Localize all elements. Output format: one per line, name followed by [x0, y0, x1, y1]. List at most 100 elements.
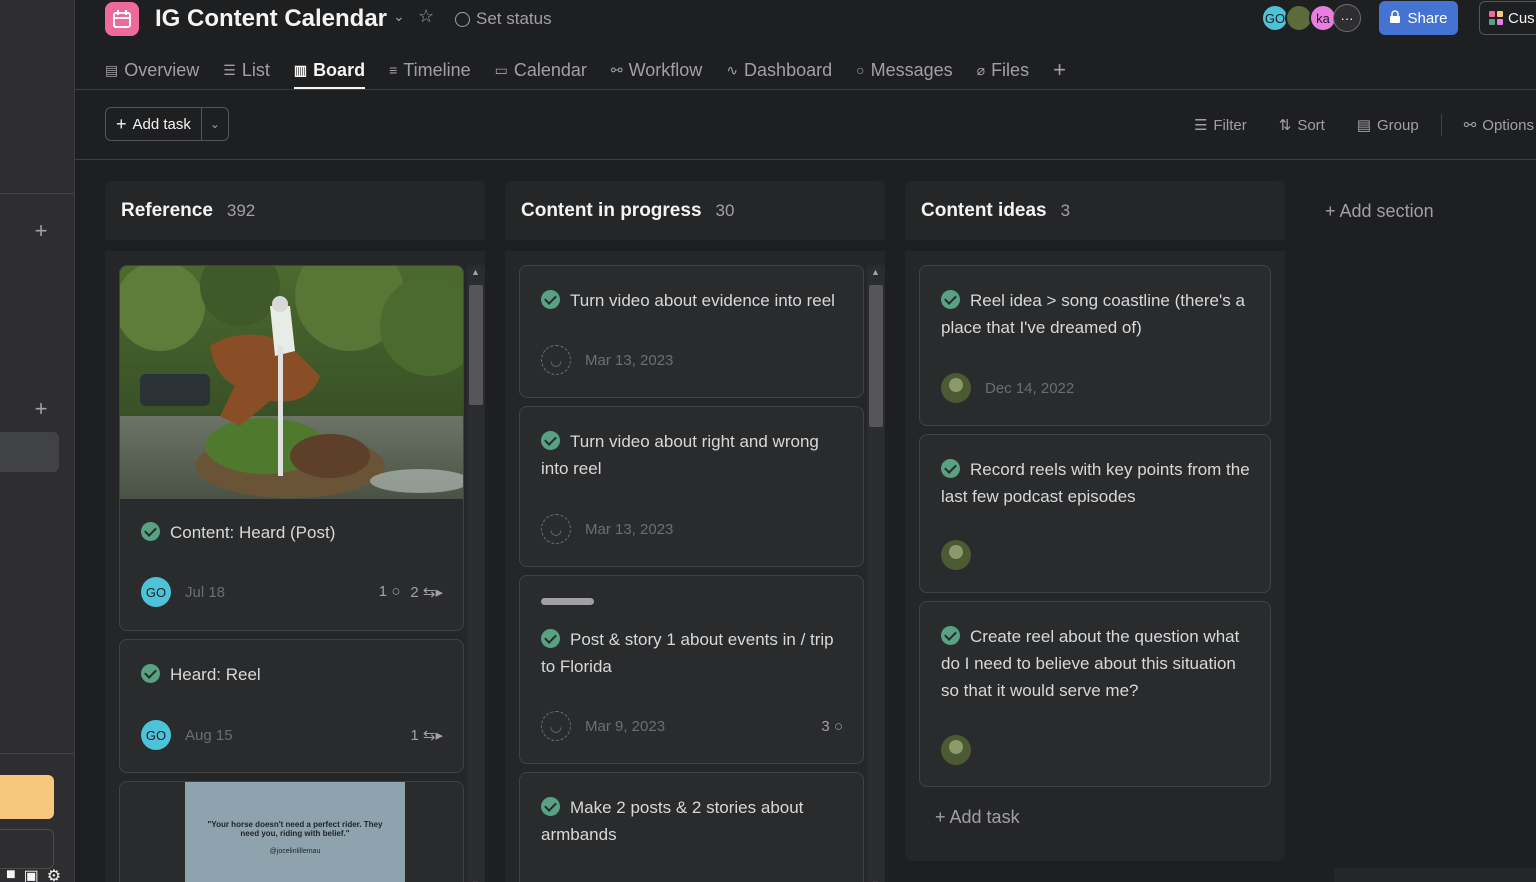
add-task-button[interactable]: + Add task — [106, 108, 202, 140]
chevron-down-icon[interactable]: ⌄ — [393, 8, 405, 25]
comment-count[interactable]: 3 ○ — [821, 718, 843, 735]
add-section-button[interactable]: + Add section — [1325, 201, 1434, 222]
tab-workflow[interactable]: ⚯ Workflow — [611, 52, 702, 88]
avatar-photo[interactable] — [941, 373, 971, 403]
avatar-photo[interactable] — [941, 540, 971, 570]
sidebar-upgrade-button[interactable] — [0, 775, 54, 819]
due-date[interactable]: Mar 13, 2023 — [585, 521, 673, 538]
filter-button[interactable]: ☰ Filter — [1194, 116, 1247, 135]
task-title-text: Turn video about right and wrong into re… — [541, 432, 819, 478]
tab-list[interactable]: ☰ List — [223, 52, 270, 88]
scroll-up-icon[interactable]: ▲ — [471, 267, 480, 277]
task-title[interactable]: Record reels with key points from the la… — [941, 456, 1254, 510]
unassigned-avatar-icon[interactable]: ◡ — [541, 711, 571, 741]
due-date[interactable]: Mar 9, 2023 — [585, 718, 665, 735]
scrollbar-thumb[interactable] — [869, 285, 883, 427]
more-members-icon[interactable]: ··· — [1333, 4, 1361, 32]
check-icon[interactable] — [541, 431, 560, 450]
task-title[interactable]: Content: Heard (Post) — [141, 519, 447, 546]
avatar[interactable]: GO — [141, 577, 171, 607]
tab-calendar[interactable]: ▭ Calendar — [495, 52, 587, 88]
check-icon[interactable] — [941, 290, 960, 309]
options-button[interactable]: ⚯ Options — [1464, 116, 1534, 135]
column-scrollbar[interactable]: ▲ ▼ — [467, 265, 485, 882]
due-date[interactable]: Aug 15 — [185, 727, 233, 744]
add-task-dropdown-button[interactable]: ⌄ — [202, 108, 228, 140]
task-title[interactable]: Turn video about right and wrong into re… — [541, 428, 847, 482]
column-scrollbar[interactable]: ▲ ▼ — [867, 265, 885, 882]
task-card[interactable]: Record reels with key points from the la… — [919, 434, 1271, 593]
column-add-task-button[interactable]: + Add task — [935, 807, 1020, 828]
task-title[interactable]: Turn video about evidence into reel — [541, 287, 847, 314]
scrollbar-thumb[interactable] — [469, 285, 483, 405]
video-icon[interactable]: ■ — [6, 866, 16, 882]
task-title-text: Content: Heard (Post) — [170, 523, 336, 542]
check-icon[interactable] — [941, 459, 960, 478]
check-icon[interactable] — [141, 522, 160, 541]
subtask-icon: ⇆▸ — [422, 727, 443, 744]
tab-messages[interactable]: ○ Messages — [856, 52, 953, 88]
task-card[interactable]: "Your horse doesn't need a perfect rider… — [119, 781, 464, 882]
share-button[interactable]: Share — [1379, 1, 1458, 35]
scroll-up-icon[interactable]: ▲ — [871, 267, 880, 277]
tab-board[interactable]: ▥ Board — [293, 52, 366, 89]
task-card[interactable]: Post & story 1 about events in / trip to… — [519, 575, 864, 764]
tab-files[interactable]: ⌀ Files — [977, 52, 1029, 88]
task-card[interactable]: Reel idea > song coastline (there's a pl… — [919, 265, 1271, 426]
check-icon[interactable] — [541, 797, 560, 816]
task-title[interactable]: Create reel about the question what do I… — [941, 623, 1254, 704]
comment-count[interactable]: 1 ○ — [379, 583, 401, 601]
task-card[interactable]: Heard: Reel GO Aug 15 1 ⇆▸ — [119, 639, 464, 773]
window-icon[interactable]: ▣ — [24, 866, 39, 882]
subtask-count[interactable]: 2 ⇆▸ — [410, 583, 443, 601]
task-title[interactable]: Heard: Reel — [141, 661, 447, 688]
sidebar-add-icon[interactable]: + — [33, 398, 49, 420]
due-date[interactable]: Mar 13, 2023 — [585, 352, 673, 369]
sidebar-selected-item[interactable] — [0, 432, 59, 472]
sort-button[interactable]: ⇅ Sort — [1279, 116, 1325, 135]
add-tab-icon[interactable]: + — [1053, 57, 1066, 83]
set-status-button[interactable]: Set status — [455, 9, 552, 29]
task-card[interactable]: Turn video about evidence into reel ◡ Ma… — [519, 265, 864, 398]
due-date[interactable]: Dec 14, 2022 — [985, 380, 1074, 397]
drag-handle-bar[interactable] — [541, 598, 594, 605]
task-card[interactable]: Content: Heard (Post) GO Jul 18 1 ○ 2 ⇆▸ — [119, 265, 464, 631]
check-icon[interactable] — [141, 664, 160, 683]
task-meta: ◡ Mar 9, 2023 3 ○ — [541, 711, 843, 741]
task-title-text: Reel idea > song coastline (there's a pl… — [941, 291, 1245, 337]
column-header[interactable]: Reference 392 — [105, 181, 485, 240]
task-card[interactable]: Make 2 posts & 2 stories about armbands — [519, 772, 864, 882]
gear-icon[interactable]: ⚙ — [47, 866, 61, 882]
group-button[interactable]: ▤ Group — [1357, 116, 1419, 135]
sidebar-add-icon[interactable]: + — [33, 220, 49, 242]
due-date[interactable]: Jul 18 — [185, 584, 225, 601]
task-meta — [941, 540, 1250, 570]
check-icon[interactable] — [941, 626, 960, 645]
sidebar-secondary-button[interactable] — [0, 829, 54, 869]
task-title[interactable]: Reel idea > song coastline (there's a pl… — [941, 287, 1254, 341]
tab-dashboard[interactable]: ∿ Dashboard — [726, 52, 832, 88]
add-section-label: Add section — [1339, 201, 1434, 221]
tab-label: List — [241, 59, 270, 80]
check-icon[interactable] — [541, 290, 560, 309]
column-header[interactable]: Content ideas 3 — [905, 181, 1285, 240]
project-title[interactable]: IG Content Calendar — [155, 5, 387, 33]
tab-timeline[interactable]: ≡ Timeline — [389, 52, 471, 88]
left-sidebar: + + ■ ▣ ⚙ — [0, 0, 75, 882]
project-header: IG Content Calendar ⌄ ☆ Set status GO ka… — [75, 0, 1536, 90]
column-header[interactable]: Content in progress 30 — [505, 181, 885, 240]
tab-overview[interactable]: ▤ Overview — [105, 52, 199, 88]
avatar[interactable]: GO — [141, 720, 171, 750]
unassigned-avatar-icon[interactable]: ◡ — [541, 345, 571, 375]
task-card[interactable]: Turn video about right and wrong into re… — [519, 406, 864, 567]
subtask-count[interactable]: 1 ⇆▸ — [410, 726, 443, 744]
avatar-photo[interactable] — [941, 735, 971, 765]
task-title[interactable]: Post & story 1 about events in / trip to… — [541, 626, 847, 680]
member-avatars[interactable]: GO ka ··· — [1261, 4, 1361, 32]
task-title[interactable]: Make 2 posts & 2 stories about armbands — [541, 794, 847, 848]
customize-button[interactable]: Cus — [1479, 1, 1536, 35]
task-card[interactable]: Create reel about the question what do I… — [919, 601, 1271, 787]
unassigned-avatar-icon[interactable]: ◡ — [541, 514, 571, 544]
check-icon[interactable] — [541, 629, 560, 648]
star-icon[interactable]: ☆ — [418, 6, 434, 27]
